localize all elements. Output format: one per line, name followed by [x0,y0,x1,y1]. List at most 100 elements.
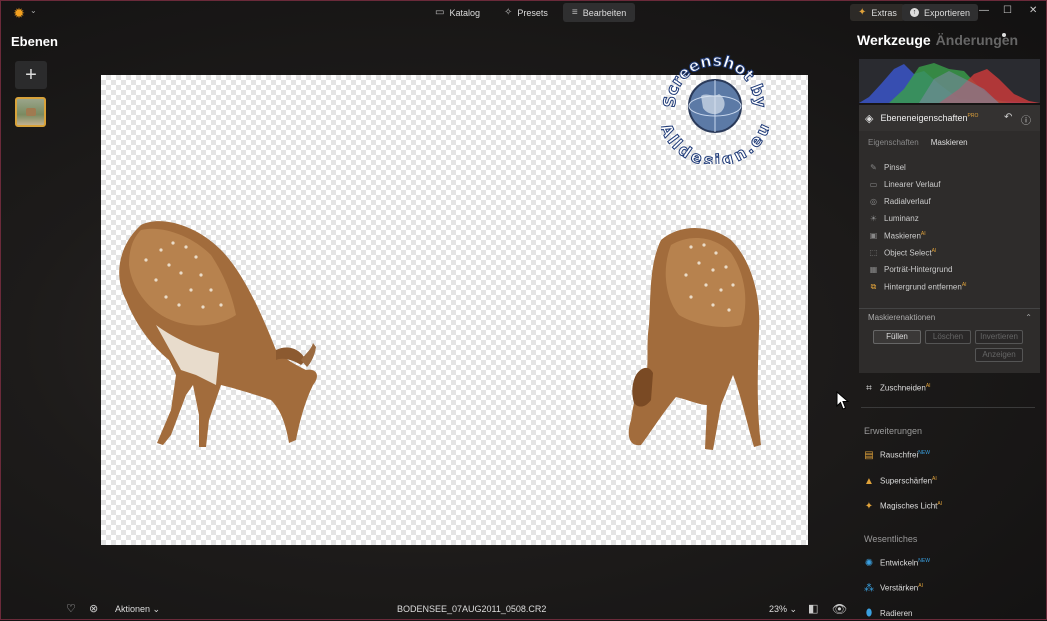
tool-crop[interactable]: ⌗ ZuschneidenAI [864,380,931,396]
mask-tool-label: Radialverlauf [884,197,931,206]
portrait-icon: ▦ [869,265,878,274]
layer-subtabs: Eigenschaften Maskieren [859,131,1040,153]
ai-badge: AI [961,281,967,288]
ai-badge: AI [925,383,931,390]
mask-tool-label: Porträt-Hintergrund [884,265,953,274]
reject-icon[interactable]: ⊗ [89,602,98,615]
tool-label: Rauschfrei [880,450,919,460]
mask-actions-header[interactable]: Maskierenaktionen ⌃ [859,308,1040,326]
chevron-down-icon: ⌄ [152,604,161,614]
tool-noise-free[interactable]: ▤ RauschfreiNEW [864,447,930,463]
mask-tool-label: Hintergrund entfernen [884,282,962,292]
layers-icon: ◈ [865,112,874,125]
chevron-up-icon[interactable]: ⌃ [1025,313,1032,322]
right-deer [628,227,761,450]
changes-indicator [1002,33,1006,37]
fill-button[interactable]: Füllen [873,330,921,344]
mask-tool-portrait-background[interactable]: ▦ Porträt-Hintergrund [869,261,967,278]
mask-actions-title: Maskierenaktionen [868,313,936,322]
app-logo-icon[interactable]: ✹ [11,5,27,21]
actions-label: Aktionen [115,604,151,614]
histogram [859,59,1040,103]
sparkle-icon: ✧ [503,7,513,18]
compare-icon[interactable]: ◧ [808,602,818,615]
tool-enhance[interactable]: ⁂ VerstärkenAI [864,580,923,596]
close-icon[interactable]: ✕ [1029,5,1037,16]
essentials-heading: Wesentliches [864,534,918,544]
new-badge: NEW [918,558,930,565]
ai-badge: AI [920,230,926,237]
actions-menu[interactable]: Aktionen ⌄ [115,604,160,615]
maximize-icon[interactable]: ☐ [1003,5,1012,16]
chevron-down-icon: ⌄ [789,604,798,614]
layer-properties-header[interactable]: ◈ EbeneneigenschaftenPRO ↶ ⓘ [859,105,1040,131]
ai-badge: AI [918,583,923,590]
mask-tool-luminance[interactable]: ☀ Luminanz [869,210,967,227]
linear-gradient-icon: ▭ [869,180,878,189]
noise-free-icon: ▤ [864,449,874,461]
divider [861,407,1035,408]
magic-light-icon: ✦ [864,500,874,512]
tool-label: Zuschneiden [880,383,926,393]
brush-icon: ✎ [870,163,877,172]
layer-properties-title: Ebeneneigenschaften [880,113,968,123]
watermark-stamp: Screenshot by Alldesign.eu [656,46,775,170]
extras-label: Extras [871,7,897,18]
tab-label: Katalog [449,7,480,18]
eye-icon[interactable]: 👁 [832,602,847,616]
panel-tabs: Werkzeuge Änderungen [857,32,1018,48]
tool-erase[interactable]: ⬮ Radieren [864,605,913,621]
mask-tool-label: Maskieren [884,231,921,241]
tab-tools[interactable]: Werkzeuge [857,32,931,48]
mask-tool-label: Object Select [884,248,932,258]
tool-label: Verstärken [880,583,919,593]
develop-icon: ✺ [864,557,874,569]
extensions-heading: Erweiterungen [864,426,923,436]
export-icon: ↑ [910,8,919,17]
left-deer [119,221,317,447]
tab-label: Bearbeiten [582,7,627,18]
mask-tool-label: Luminanz [884,214,919,223]
tab-presets[interactable]: ✧ Presets [495,3,557,22]
mask-tool-mask-ai[interactable]: ▣ MaskierenAI [869,227,967,244]
new-badge: NEW [918,450,930,457]
chevron-down-icon[interactable]: ⌄ [30,6,37,15]
subtab-properties[interactable]: Eigenschaften [868,138,919,147]
extras-icon: ✦ [858,7,867,18]
info-icon[interactable]: ⓘ [1021,112,1031,127]
radial-gradient-icon: ◎ [870,197,877,206]
subtab-mask[interactable]: Maskieren [931,138,968,147]
show-mask-button[interactable]: Anzeigen [975,348,1023,362]
tool-label: Radieren [880,608,913,618]
eraser-icon: ⬮ [865,607,873,619]
tool-magic-light[interactable]: ✦ Magisches LichtAI [864,498,942,514]
ai-badge: AI [937,501,943,508]
heart-icon[interactable]: ♡ [66,602,76,615]
pro-badge: PRO [967,113,979,119]
tab-bearbeiten[interactable]: ≡ Bearbeiten [562,3,636,22]
mask-tool-remove-background[interactable]: ⧉ Hintergrund entfernenAI [869,278,967,295]
extras-button[interactable]: ✦ Extras [850,4,905,21]
add-layer-button[interactable]: + [15,61,47,89]
export-button[interactable]: ↑ Exportieren [902,4,979,21]
ai-badge: AI [932,476,937,483]
mouse-cursor-icon [836,391,850,410]
layer-properties-card: ◈ EbeneneigenschaftenPRO ↶ ⓘ Eigenschaft… [859,105,1040,373]
minimize-icon[interactable]: — [979,5,989,16]
mask-tool-linear-gradient[interactable]: ▭ Linearer Verlauf [869,176,967,193]
tool-label: Superschärfen [880,476,933,486]
layer-thumbnail[interactable] [15,97,46,127]
zoom-menu[interactable]: 23% ⌄ [769,604,797,615]
undo-icon[interactable]: ↶ [1004,112,1012,123]
invert-button[interactable]: Invertieren [975,330,1023,344]
filename: BODENSEE_07AUG2011_0508.CR2 [397,604,547,614]
mask-tool-radial-gradient[interactable]: ◎ Radialverlauf [869,193,967,210]
tab-katalog[interactable]: ▭ Katalog [426,3,489,22]
plus-icon: + [25,64,37,86]
sliders-icon: ≡ [571,7,578,18]
delete-button[interactable]: Löschen [925,330,971,344]
tool-supersharpen[interactable]: ▲ SuperschärfenAI [864,473,937,489]
tool-develop[interactable]: ✺ EntwickelnNEW [864,555,930,571]
mask-tool-object-select[interactable]: ⬚ Object SelectAI [869,244,967,261]
mask-tool-brush[interactable]: ✎ Pinsel [869,159,967,176]
